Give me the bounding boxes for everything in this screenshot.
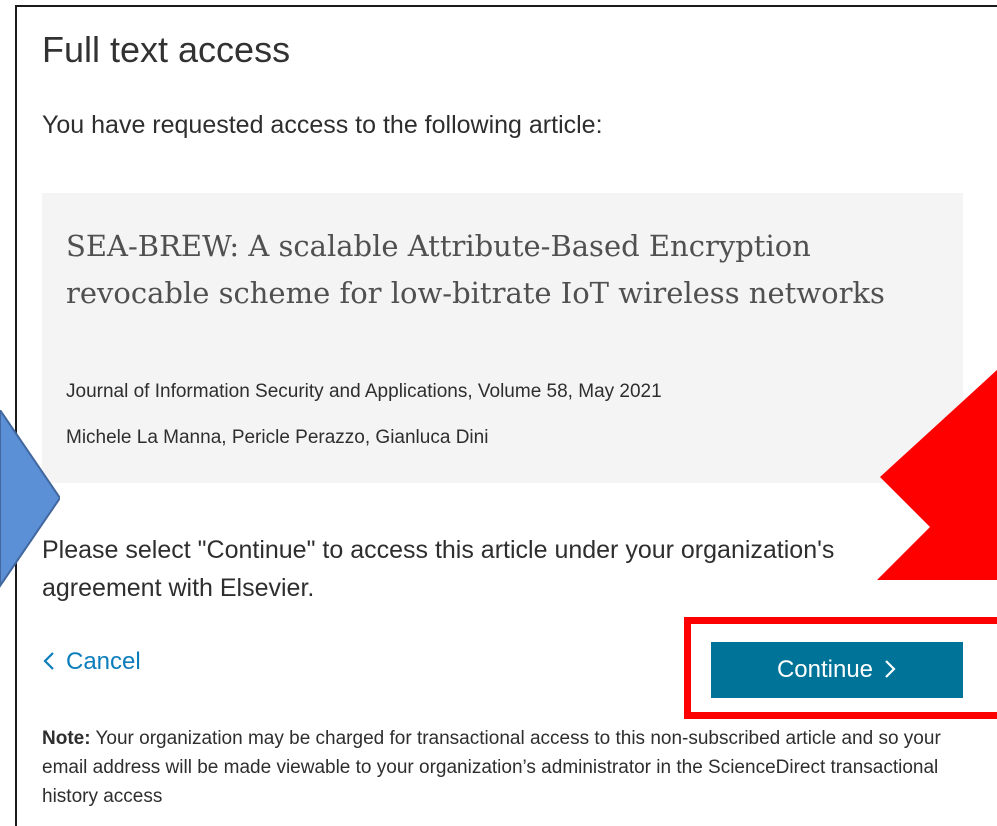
cancel-link[interactable]: Cancel [42, 646, 141, 678]
blue-arrow-icon [0, 410, 60, 588]
article-authors: Michele La Manna, Pericle Perazzo, Gianl… [66, 427, 489, 448]
instruction-text: Please select "Continue" to access this … [42, 536, 835, 602]
highlight-box [684, 617, 997, 719]
note-text: Note: Your organization may be charged f… [42, 724, 942, 811]
note-label: Note: [42, 728, 91, 749]
article-journal: Journal of Information Security and Appl… [66, 381, 662, 402]
article-card: SEA-BREW: A scalable Attribute-Based Enc… [42, 193, 963, 483]
cancel-label: Cancel [66, 648, 141, 675]
page-title: Full text access [42, 29, 291, 70]
article-title[interactable]: SEA-BREW: A scalable Attribute-Based Enc… [66, 223, 946, 317]
chevron-left-icon [42, 646, 56, 678]
red-arrow-icon [877, 370, 997, 580]
full-text-access-page: Full text access You have requested acce… [0, 0, 997, 826]
note-body: Your organization may be charged for tra… [42, 728, 941, 807]
intro-text: You have requested access to the followi… [42, 111, 603, 139]
